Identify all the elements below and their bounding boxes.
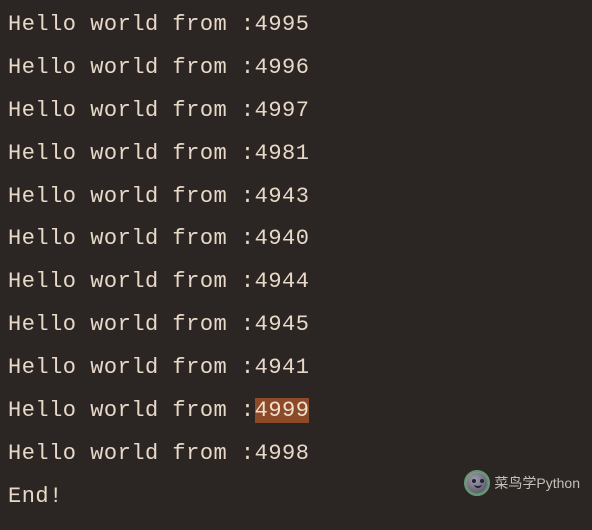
line-prefix: Hello world from :: [8, 355, 255, 380]
watermark-text: 菜鸟学Python: [494, 473, 580, 493]
line-value: 4940: [255, 226, 310, 251]
line-prefix: Hello world from :: [8, 441, 255, 466]
line-value: 4945: [255, 312, 310, 337]
line-value: 4995: [255, 12, 310, 37]
line-value: 4996: [255, 55, 310, 80]
output-line: Hello world from :4944: [8, 261, 584, 304]
output-line: Hello world from :4999: [8, 390, 584, 433]
line-prefix: Hello world from :: [8, 226, 255, 251]
line-prefix: Hello world from :: [8, 141, 255, 166]
line-prefix: Hello world from :: [8, 184, 255, 209]
line-value-highlighted: 4999: [255, 398, 310, 423]
line-value: 4998: [255, 441, 310, 466]
line-prefix: Hello world from :: [8, 312, 255, 337]
output-line: Hello world from :4940: [8, 218, 584, 261]
line-prefix: Hello world from :: [8, 55, 255, 80]
watermark: 菜鸟学Python: [464, 470, 580, 496]
output-line: Hello world from :4981: [8, 133, 584, 176]
terminal-output: Hello world from :4995 Hello world from …: [0, 0, 592, 523]
line-value: 4981: [255, 141, 310, 166]
output-line: Hello world from :4995: [8, 4, 584, 47]
output-line: Hello world from :4945: [8, 304, 584, 347]
output-line: Hello world from :4943: [8, 176, 584, 219]
line-value: 4944: [255, 269, 310, 294]
output-line: Hello world from :4996: [8, 47, 584, 90]
wechat-avatar-icon: [464, 470, 490, 496]
line-value: 4941: [255, 355, 310, 380]
line-prefix: Hello world from :: [8, 98, 255, 123]
line-prefix: Hello world from :: [8, 12, 255, 37]
line-value: 4943: [255, 184, 310, 209]
line-prefix: Hello world from :: [8, 269, 255, 294]
output-line: Hello world from :4941: [8, 347, 584, 390]
line-prefix: Hello world from :: [8, 398, 255, 423]
line-value: 4997: [255, 98, 310, 123]
output-line: Hello world from :4997: [8, 90, 584, 133]
